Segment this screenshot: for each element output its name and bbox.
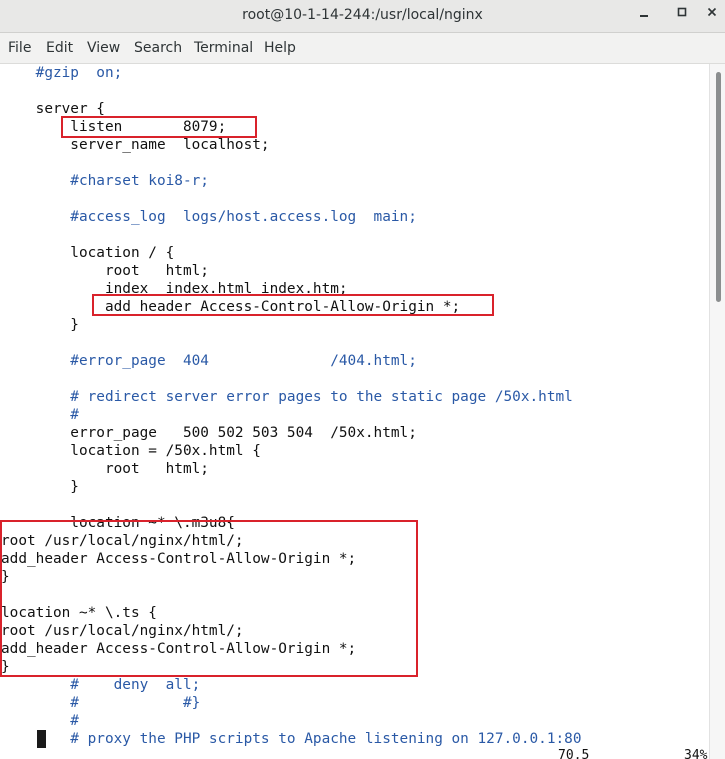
highlight-listen [61,116,257,138]
status-position: 70,5 [558,748,590,759]
maximize-icon[interactable] [674,6,690,24]
scrollbar-thumb[interactable] [716,72,721,302]
terminal-line: server_name localhost; [1,137,270,153]
terminal-line: # redirect server error pages to the sta… [1,389,573,405]
scrollbar[interactable] [709,64,725,759]
menu-help[interactable]: Help [264,40,296,56]
menu-bar: File Edit View Search Terminal Help [0,33,725,64]
terminal-line: root html; [1,461,209,477]
menu-search[interactable]: Search [134,40,182,56]
terminal-area[interactable]: #gzip on; server { listen 8079; server_n… [0,64,708,759]
terminal-line: # [1,713,79,729]
text-cursor [37,730,46,748]
highlight-location-blocks [0,520,418,677]
menu-terminal[interactable]: Terminal [194,40,253,56]
menu-file[interactable]: File [8,40,31,56]
terminal-line: # proxy the PHP scripts to Apache listen… [1,731,582,747]
minimize-icon[interactable] [636,6,652,24]
status-percent: 34% [684,748,708,759]
highlight-add-header [92,294,494,316]
window-title: root@10-1-14-244:/usr/local/nginx [242,7,483,23]
terminal-line: location = /50x.html { [1,443,261,459]
terminal-line: } [1,479,79,495]
terminal-line: root html; [1,263,209,279]
terminal-line: error_page 500 502 503 504 /50x.html; [1,425,417,441]
close-icon[interactable] [704,6,720,24]
terminal-line: #gzip on; [1,65,123,81]
terminal-line: # #} [1,695,201,711]
terminal-line: # deny all; [1,677,201,693]
terminal-line: } [1,317,79,333]
terminal-line: #charset koi8-r; [1,173,209,189]
terminal-line: #access_log logs/host.access.log main; [1,209,417,225]
title-bar[interactable]: root@10-1-14-244:/usr/local/nginx [0,0,725,33]
menu-view[interactable]: View [87,40,120,56]
terminal-line: # [1,407,79,423]
menu-edit[interactable]: Edit [46,40,73,56]
terminal-line: #error_page 404 /404.html; [1,353,417,369]
terminal-line: location / { [1,245,175,261]
